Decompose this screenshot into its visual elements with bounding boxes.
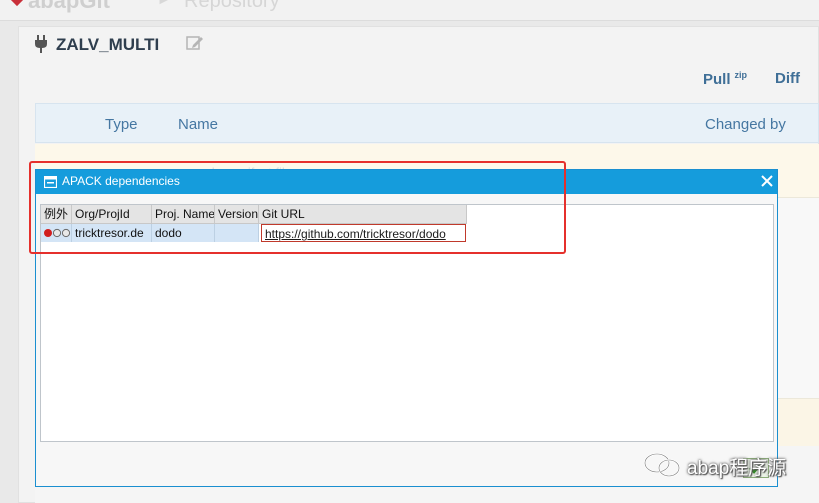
column-name[interactable]: Name bbox=[178, 116, 218, 133]
wechat-icon bbox=[644, 453, 680, 477]
column-changed-by[interactable]: Changed by bbox=[705, 116, 786, 133]
repo-name: ZALV_MULTI bbox=[56, 35, 160, 54]
highlight-frame bbox=[29, 161, 566, 254]
breadcrumb-repository[interactable]: Repository bbox=[184, 0, 280, 13]
breadcrumb-separator: ► bbox=[156, 0, 174, 9]
close-icon[interactable] bbox=[758, 172, 776, 190]
column-type[interactable]: Type bbox=[105, 116, 138, 133]
abapgit-logo-icon bbox=[9, 0, 25, 7]
pull-zip-sup: zip bbox=[734, 70, 748, 80]
pull-zip-link[interactable]: Pull zip bbox=[703, 70, 747, 88]
watermark-text: abap程序源 bbox=[687, 458, 787, 479]
edit-icon[interactable] bbox=[186, 34, 204, 52]
top-bar: abapGit ► Repository bbox=[0, 0, 819, 21]
plug-icon bbox=[35, 35, 47, 53]
repo-table-header: Type Name Changed by bbox=[35, 103, 819, 143]
diff-link[interactable]: Diff bbox=[775, 70, 800, 87]
pull-label: Pull bbox=[703, 71, 731, 88]
app-logo-text[interactable]: abapGit bbox=[28, 0, 110, 14]
